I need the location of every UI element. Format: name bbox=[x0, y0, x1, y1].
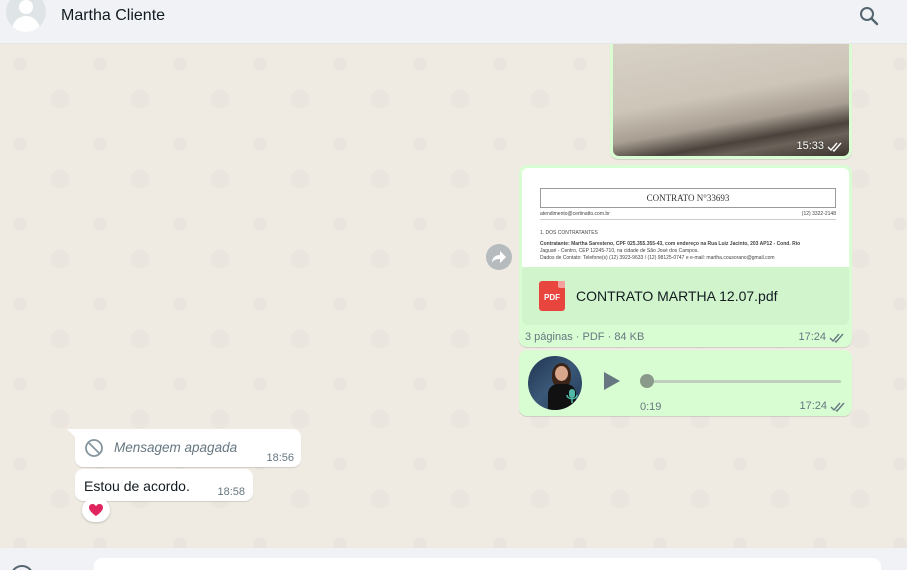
bubble-tail bbox=[67, 429, 75, 437]
document-size: 84 KB bbox=[614, 331, 645, 343]
preview-phone: (12) 3322-2148 bbox=[801, 211, 836, 217]
double-check-icon bbox=[827, 142, 842, 152]
document-type: PDF bbox=[582, 331, 605, 343]
double-check-icon bbox=[830, 402, 845, 412]
contact-name[interactable]: Martha Cliente bbox=[61, 7, 165, 25]
preview-line: Contratante: Martha Saresteno, CPF 025.3… bbox=[540, 241, 801, 247]
avatar-head bbox=[19, 0, 33, 14]
preview-line: Dados de Contato: Telefone(s) (12) 3923-… bbox=[540, 255, 775, 261]
preview-contact-row: atendimento@certinatto.com.br (12) 3322-… bbox=[540, 211, 836, 220]
audio-progress-track[interactable] bbox=[646, 380, 841, 383]
audio-duration: 0:19 bbox=[640, 401, 662, 413]
document-preview[interactable]: CONTRATO N°33693 atendimento@certinatto.… bbox=[522, 168, 849, 267]
image-message[interactable]: 15:33 bbox=[610, 44, 852, 159]
document-info: 3 páginas · PDF · 84 KB bbox=[525, 331, 644, 343]
preview-section: 1. DOS CONTRATANTES bbox=[540, 230, 598, 236]
text-message[interactable]: Estou de acordo. 18:58 bbox=[75, 469, 253, 501]
document-filename[interactable]: CONTRATO MARTHA 12.07.pdf bbox=[576, 288, 778, 304]
mic-icon bbox=[566, 389, 578, 403]
pdf-file-icon: PDF bbox=[539, 281, 565, 311]
message-time: 15:33 bbox=[796, 140, 824, 152]
avatar-face bbox=[555, 366, 568, 381]
voice-message[interactable]: 0:19 17:24 bbox=[519, 350, 852, 416]
message-meta: 17:24 bbox=[798, 331, 845, 343]
message-time: 18:56 bbox=[266, 452, 294, 464]
audio-progress-knob[interactable] bbox=[640, 374, 654, 388]
play-icon[interactable] bbox=[599, 369, 623, 393]
message-time: 17:24 bbox=[799, 400, 827, 412]
compose-bar bbox=[0, 548, 907, 570]
message-time: 18:58 bbox=[217, 486, 245, 498]
forward-button[interactable] bbox=[486, 244, 512, 270]
blocked-icon bbox=[85, 439, 103, 457]
message-meta: 15:33 bbox=[796, 140, 843, 152]
message-time: 17:24 bbox=[798, 331, 826, 343]
document-message[interactable]: CONTRATO N°33693 atendimento@certinatto.… bbox=[519, 165, 852, 347]
forward-icon bbox=[492, 251, 506, 263]
image-photo[interactable]: 15:33 bbox=[613, 44, 849, 156]
heart-reaction[interactable] bbox=[82, 498, 110, 522]
document-meta: 3 páginas · PDF · 84 KB 17:24 bbox=[522, 325, 849, 347]
preview-email: atendimento@certinatto.com.br bbox=[540, 211, 610, 217]
document-file-row[interactable]: PDF CONTRATO MARTHA 12.07.pdf bbox=[522, 267, 849, 325]
separator-dot: · bbox=[575, 331, 583, 343]
search-icon[interactable] bbox=[857, 4, 881, 28]
message-input[interactable] bbox=[94, 558, 881, 570]
document-pages: 3 páginas bbox=[525, 331, 573, 343]
chat-header: Martha Cliente bbox=[0, 0, 907, 44]
contact-avatar[interactable] bbox=[6, 0, 46, 32]
preview-title: CONTRATO N°33693 bbox=[540, 188, 836, 208]
emoji-icon[interactable] bbox=[10, 565, 34, 570]
double-check-icon bbox=[829, 333, 844, 343]
message-meta: 17:24 bbox=[799, 400, 846, 412]
deleted-message[interactable]: Mensagem apagada 18:56 bbox=[67, 429, 301, 467]
conversation-panel[interactable]: 15:33 CONTRATO N°33693 atendimento@certi… bbox=[0, 44, 907, 548]
heart-icon bbox=[89, 504, 103, 516]
deleted-message-text: Mensagem apagada bbox=[114, 440, 238, 455]
preview-line: Jaguari - Centro, CEP 12245-710, na cida… bbox=[540, 248, 699, 254]
avatar-body bbox=[12, 16, 40, 32]
message-text: Estou de acordo. bbox=[84, 478, 190, 494]
